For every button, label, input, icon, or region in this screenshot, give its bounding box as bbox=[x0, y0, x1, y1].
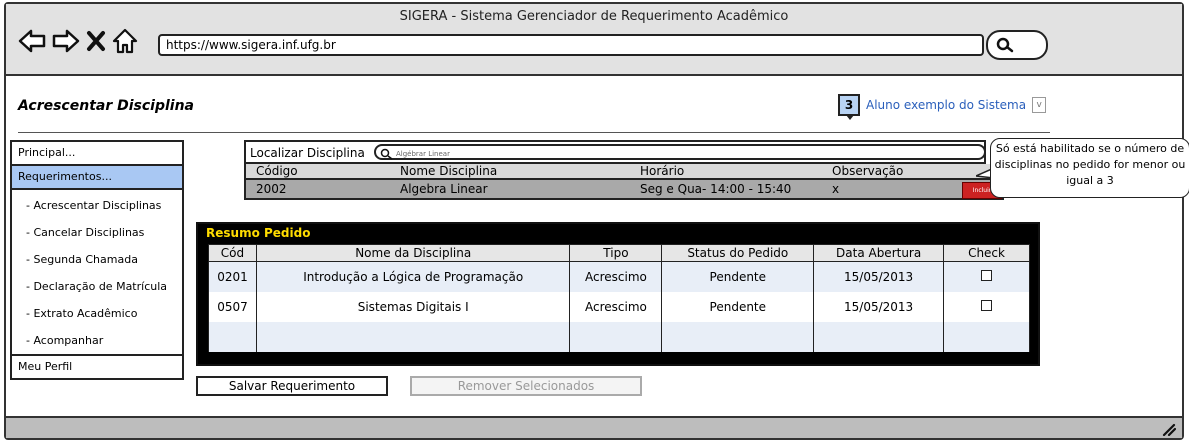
nav-buttons bbox=[18, 28, 138, 54]
col-header-check: Check bbox=[943, 244, 1030, 262]
cell-nome: Sistemas Digitais I bbox=[255, 292, 571, 322]
cell-status: Pendente bbox=[661, 292, 815, 322]
table-row: 0201 Introdução a Lógica de Programação … bbox=[208, 261, 1030, 292]
cell-observacao: x bbox=[832, 182, 840, 196]
col-header-cod: Cód bbox=[208, 244, 257, 262]
status-bar bbox=[6, 416, 1182, 438]
menu-item-principal[interactable]: Principal... bbox=[12, 142, 182, 166]
address-bar[interactable]: https://www.sigera.inf.ufg.br bbox=[158, 34, 984, 56]
row-checkbox[interactable] bbox=[981, 300, 993, 311]
chevron-down-icon: v bbox=[1036, 100, 1042, 110]
search-placeholder: Algébrar Linear bbox=[396, 150, 450, 158]
requerimentos-submenu: - Acrescentar Disciplinas - Cancelar Dis… bbox=[12, 190, 182, 356]
cell-data: 15/05/2013 bbox=[813, 261, 945, 292]
col-header-observacao: Observação bbox=[832, 164, 904, 178]
browser-toolbar: SIGERA - Sistema Gerenciador de Requerim… bbox=[6, 4, 1182, 76]
cell-empty bbox=[569, 322, 663, 352]
page-title: Acrescentar Disciplina bbox=[18, 98, 194, 114]
window-title: SIGERA - Sistema Gerenciador de Requerim… bbox=[399, 9, 789, 24]
col-header-nome-disciplina: Nome da Disciplina bbox=[255, 244, 571, 262]
submenu-cancelar-disciplinas[interactable]: - Cancelar Disciplinas bbox=[12, 219, 182, 246]
table-row-empty bbox=[208, 322, 1030, 352]
resumo-title: Resumo Pedido bbox=[206, 226, 311, 240]
submenu-acompanhar[interactable]: - Acompanhar bbox=[12, 327, 182, 354]
col-header-nome: Nome Disciplina bbox=[400, 164, 498, 178]
search-bar: Localizar Disciplina Algébrar Linear bbox=[244, 140, 986, 164]
save-button[interactable]: Salvar Requerimento bbox=[196, 376, 388, 396]
cell-check bbox=[943, 261, 1030, 292]
resumo-table: Cód Nome da Disciplina Tipo Status do Pe… bbox=[208, 244, 1030, 352]
submenu-extrato-academico[interactable]: - Extrato Acadêmico bbox=[12, 300, 182, 327]
cell-data: 15/05/2013 bbox=[813, 292, 945, 322]
header-divider bbox=[18, 132, 1050, 133]
forward-icon[interactable] bbox=[52, 29, 80, 53]
page-content: Acrescentar Disciplina 3 Aluno exemplo d… bbox=[6, 76, 1189, 418]
cell-check bbox=[943, 292, 1030, 322]
cell-horario: Seg e Qua- 14:00 - 15:40 bbox=[640, 182, 792, 196]
cell-empty bbox=[255, 322, 571, 352]
side-menu: Principal... Requerimentos... - Acrescen… bbox=[10, 140, 184, 380]
search-icon bbox=[380, 148, 393, 160]
browser-window: SIGERA - Sistema Gerenciador de Requerim… bbox=[4, 2, 1189, 440]
table-row: 2002 Algebra Linear Seg e Qua- 14:00 - 1… bbox=[244, 180, 1004, 200]
cell-nome: Algebra Linear bbox=[400, 182, 488, 196]
user-info: 3 Aluno exemplo do Sistema v bbox=[838, 94, 1047, 120]
discipline-search-input[interactable]: Algébrar Linear bbox=[374, 144, 986, 160]
col-header-data-abertura: Data Abertura bbox=[813, 244, 945, 262]
row-checkbox[interactable] bbox=[981, 270, 993, 281]
notification-badge[interactable]: 3 bbox=[838, 94, 860, 120]
menu-item-meu-perfil[interactable]: Meu Perfil bbox=[12, 356, 182, 378]
search-label: Localizar Disciplina bbox=[250, 146, 365, 160]
user-name-link[interactable]: Aluno exemplo do Sistema bbox=[866, 98, 1026, 112]
browser-search-button[interactable] bbox=[986, 30, 1048, 60]
col-header-horario: Horário bbox=[640, 164, 685, 178]
cell-status: Pendente bbox=[661, 261, 815, 292]
col-header-codigo: Código bbox=[256, 164, 298, 178]
search-results-header: Código Nome Disciplina Horário Observaçã… bbox=[244, 164, 1004, 180]
cell-tipo: Acrescimo bbox=[569, 261, 663, 292]
stop-icon[interactable] bbox=[86, 30, 106, 52]
resumo-header-row: Cód Nome da Disciplina Tipo Status do Pe… bbox=[208, 244, 1030, 262]
user-dropdown-button[interactable]: v bbox=[1032, 97, 1047, 113]
incluir-tooltip: Só está habilitado se o número de discip… bbox=[990, 138, 1189, 198]
resize-grip-icon[interactable] bbox=[1160, 422, 1176, 436]
cell-nome: Introdução a Lógica de Programação bbox=[255, 261, 571, 292]
resumo-pedido-panel: Resumo Pedido Cód Nome da Disciplina Tip… bbox=[196, 222, 1040, 366]
col-header-tipo: Tipo bbox=[569, 244, 663, 262]
cell-cod: 0201 bbox=[208, 261, 257, 292]
cell-cod: 0507 bbox=[208, 292, 257, 322]
remove-selected-button[interactable]: Remover Selecionados bbox=[410, 376, 642, 396]
submenu-acrescentar-disciplinas[interactable]: - Acrescentar Disciplinas bbox=[12, 192, 182, 219]
cell-empty bbox=[943, 322, 1030, 352]
home-icon[interactable] bbox=[112, 28, 138, 54]
table-row: 0507 Sistemas Digitais I Acrescimo Pende… bbox=[208, 292, 1030, 322]
menu-item-requerimentos[interactable]: Requerimentos... bbox=[12, 166, 182, 190]
submenu-declaracao-matricula[interactable]: - Declaração de Matrícula bbox=[12, 273, 182, 300]
cell-empty bbox=[208, 322, 257, 352]
cell-empty bbox=[813, 322, 945, 352]
submenu-segunda-chamada[interactable]: - Segunda Chamada bbox=[12, 246, 182, 273]
col-header-status: Status do Pedido bbox=[661, 244, 815, 262]
cell-tipo: Acrescimo bbox=[569, 292, 663, 322]
cell-codigo: 2002 bbox=[256, 182, 287, 196]
cell-empty bbox=[661, 322, 815, 352]
back-icon[interactable] bbox=[18, 29, 46, 53]
